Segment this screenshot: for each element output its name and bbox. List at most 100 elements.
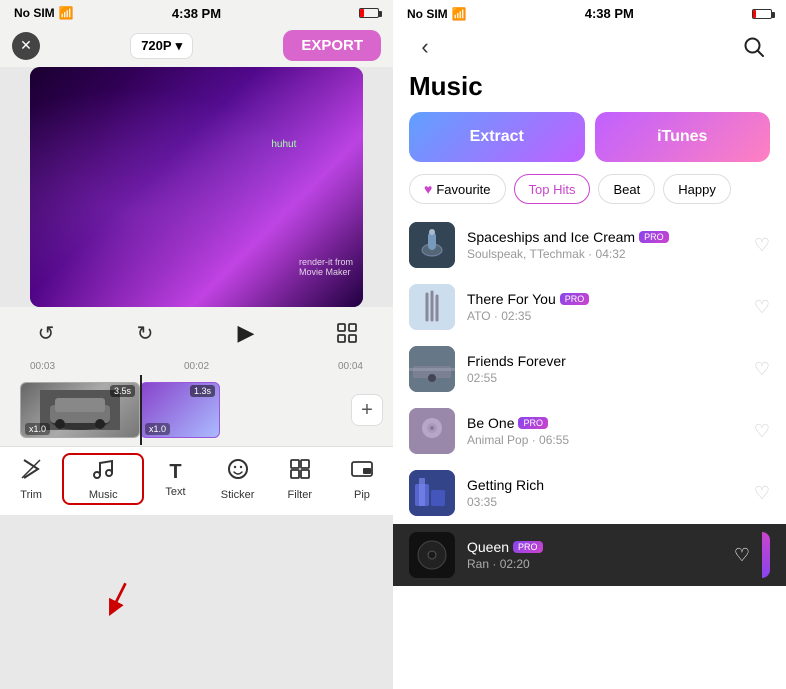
music-icon: [91, 457, 115, 487]
resolution-text: 720P: [141, 38, 171, 53]
heart-spaceships[interactable]: ♡: [754, 235, 770, 256]
pro-badge-queen: PRO: [513, 541, 543, 553]
song-thumb-getting: [409, 470, 455, 516]
song-list: Spaceships and Ice Cream PRO Soulspeak, …: [393, 214, 786, 689]
battery-icon-right: [752, 9, 772, 19]
song-meta-beone: Animal Pop · 06:55: [467, 433, 742, 447]
song-name-spaceships: Spaceships and Ice Cream PRO: [467, 229, 742, 245]
toolbar-music[interactable]: Music: [62, 453, 144, 505]
text-icon: T: [169, 461, 181, 484]
toolbar-filter[interactable]: Filter: [269, 457, 331, 501]
heart-beone[interactable]: ♡: [754, 421, 770, 442]
song-item-friends[interactable]: Friends Forever 02:55 ♡: [393, 338, 786, 400]
timeline-track: 3.5s x1.0 1.3s x1.0: [20, 380, 345, 440]
back-button[interactable]: ‹: [409, 31, 441, 63]
toolbar-text[interactable]: T Text: [144, 461, 206, 498]
song-info-friends: Friends Forever 02:55: [467, 353, 742, 385]
tab-happy[interactable]: Happy: [663, 174, 731, 204]
wifi-icon-right: 📶: [452, 7, 467, 21]
add-clip-button[interactable]: +: [351, 394, 383, 426]
song-item-spaceships[interactable]: Spaceships and Ice Cream PRO Soulspeak, …: [393, 214, 786, 276]
extract-tab[interactable]: Extract: [409, 112, 585, 162]
music-nav-header: ‹: [393, 25, 786, 67]
clip-1-speed: x1.0: [25, 423, 50, 435]
toolbar-sticker[interactable]: Sticker: [207, 457, 269, 501]
pro-badge-spaceships: PRO: [639, 231, 669, 243]
song-info-beone: Be One PRO Animal Pop · 06:55: [467, 415, 742, 447]
song-name-getting: Getting Rich: [467, 477, 742, 493]
video-background: huhut render-it fromMovie Maker: [30, 67, 363, 307]
tab-top-hits[interactable]: Top Hits: [514, 174, 591, 204]
ruler-mark-3: 00:04: [338, 361, 363, 372]
song-item-there[interactable]: There For You PRO ATO · 02:35 ♡: [393, 276, 786, 338]
song-item-getting[interactable]: Getting Rich 03:35 ♡: [393, 462, 786, 524]
song-meta-spaceships: Soulspeak, TTechmak · 04:32: [467, 247, 742, 261]
no-sim-right: No SIM: [407, 7, 448, 21]
search-button[interactable]: [738, 31, 770, 63]
toolbar-pip[interactable]: Pip: [331, 457, 393, 501]
play-button[interactable]: ▶: [228, 315, 264, 351]
song-info-queen: Queen PRO Ran · 02:20: [467, 539, 722, 571]
song-item-beone[interactable]: Be One PRO Animal Pop · 06:55 ♡: [393, 400, 786, 462]
pip-icon: [350, 457, 374, 487]
playback-controls: ↺ ↻ ▶: [0, 307, 393, 359]
song-meta-friends: 02:55: [467, 371, 742, 385]
song-thumb-friends: [409, 346, 455, 392]
timeline-cursor: [140, 375, 142, 445]
text-label: Text: [165, 486, 185, 498]
filter-label: Filter: [288, 489, 312, 501]
video-preview: huhut render-it fromMovie Maker: [30, 67, 363, 307]
clip-2[interactable]: 1.3s x1.0: [140, 382, 220, 438]
battery-area-left: [359, 8, 379, 18]
tab-beat[interactable]: Beat: [598, 174, 655, 204]
song-info-there: There For You PRO ATO · 02:35: [467, 291, 742, 323]
top-toolbar: ✕ 720P ▾ EXPORT: [0, 24, 393, 67]
pro-badge-there: PRO: [560, 293, 590, 305]
song-name-friends: Friends Forever: [467, 353, 742, 369]
trim-icon: [19, 457, 43, 487]
timeline-ruler: 00:03 00:02 00:04: [0, 359, 393, 374]
left-status-icons: No SIM 📶: [14, 6, 74, 20]
tab-top-hits-label: Top Hits: [529, 182, 576, 197]
category-tabs: ♥ Favourite Top Hits Beat Happy: [393, 174, 786, 214]
timeline-area: 3.5s x1.0 1.3s x1.0 +: [0, 374, 393, 446]
wifi-icon: 📶: [59, 6, 74, 20]
time-right: 4:38 PM: [585, 6, 634, 21]
song-thumb-beone: [409, 408, 455, 454]
heart-there[interactable]: ♡: [754, 297, 770, 318]
song-meta-there: ATO · 02:35: [467, 309, 742, 323]
song-name-there: There For You PRO: [467, 291, 742, 307]
export-button[interactable]: EXPORT: [283, 30, 381, 61]
music-label: Music: [89, 489, 118, 501]
song-item-queen[interactable]: Queen PRO Ran · 02:20 ♡: [393, 524, 786, 586]
pro-badge-beone: PRO: [518, 417, 548, 429]
clip-1-duration: 3.5s: [110, 385, 135, 397]
close-button[interactable]: ✕: [12, 32, 40, 60]
tab-favourite-label: Favourite: [436, 182, 490, 197]
song-meta-getting: 03:35: [467, 495, 742, 509]
heart-queen[interactable]: ♡: [734, 545, 750, 566]
heart-icon: ♥: [424, 181, 432, 197]
filter-icon: [288, 457, 312, 487]
clip-2-speed: x1.0: [145, 423, 170, 435]
left-panel: No SIM 📶 4:38 PM ✕ 720P ▾ EXPORT huhut r…: [0, 0, 393, 689]
clip-2-duration: 1.3s: [190, 385, 215, 397]
toolbar-trim[interactable]: Trim: [0, 457, 62, 501]
right-panel: No SIM 📶 4:38 PM ‹ Music Extract iTunes …: [393, 0, 786, 689]
resolution-selector[interactable]: 720P ▾: [130, 33, 193, 59]
heart-friends[interactable]: ♡: [754, 359, 770, 380]
tab-happy-label: Happy: [678, 182, 716, 197]
status-bar-right: No SIM 📶 4:38 PM: [393, 0, 786, 25]
redo-button[interactable]: ↻: [129, 317, 161, 349]
fullscreen-button[interactable]: [331, 317, 363, 349]
bottom-toolbar: Trim Music T Text: [0, 446, 393, 515]
play-progress-bar: [762, 532, 770, 578]
itunes-tab[interactable]: iTunes: [595, 112, 771, 162]
sticker-label: Sticker: [221, 489, 255, 501]
pip-label: Pip: [354, 489, 370, 501]
clip-1[interactable]: 3.5s x1.0: [20, 382, 140, 438]
heart-getting[interactable]: ♡: [754, 483, 770, 504]
undo-button[interactable]: ↺: [30, 317, 62, 349]
tab-beat-label: Beat: [613, 182, 640, 197]
tab-favourite[interactable]: ♥ Favourite: [409, 174, 506, 204]
